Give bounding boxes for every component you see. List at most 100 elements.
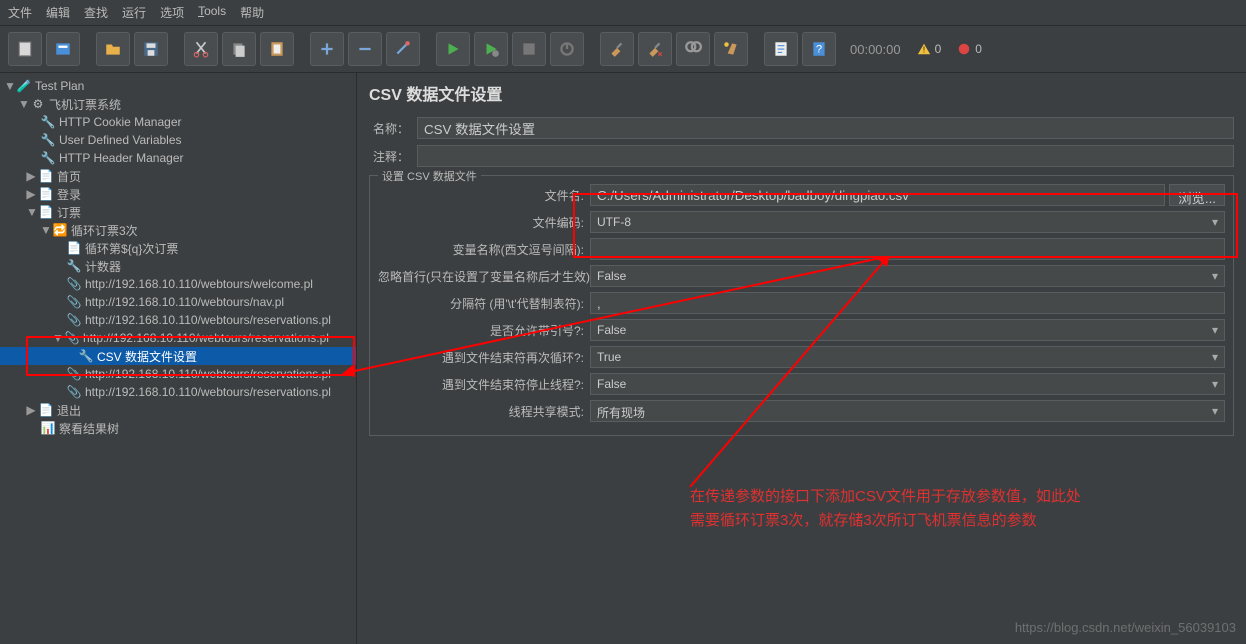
warn-badge: ! 0 [917, 42, 942, 56]
encoding-select[interactable]: UTF-8 [590, 211, 1225, 233]
wrench-icon: 🔧 [66, 258, 82, 274]
function-button[interactable] [764, 32, 798, 66]
menu-file[interactable]: 文件 [8, 4, 32, 21]
save-button[interactable] [134, 32, 168, 66]
name-input[interactable] [417, 117, 1234, 139]
menu-help[interactable]: 帮助 [240, 4, 264, 21]
annotation-text: 在传递参数的接口下添加CSV文件用于存放参数值，如此处 需要循环订票3次，就存储… [690, 485, 1081, 533]
start-notimers-button[interactable] [474, 32, 508, 66]
help-button[interactable]: ? [802, 32, 836, 66]
comment-input[interactable] [417, 145, 1234, 167]
sampler-icon: 📎 [64, 330, 80, 346]
quoted-select[interactable]: False [590, 319, 1225, 341]
controller-icon: 📄 [38, 402, 54, 418]
tree-item[interactable]: 🔧计数器 [0, 257, 356, 275]
test-plan-tree[interactable]: ▼🧪Test Plan ▼⚙飞机订票系统 🔧HTTP Cookie Manage… [0, 73, 357, 644]
svg-text:!: ! [923, 46, 925, 55]
menu-search[interactable]: 查找 [84, 4, 108, 21]
wrench-icon: 🔧 [40, 150, 56, 166]
browse-button[interactable]: 浏览... [1169, 184, 1225, 206]
sampler-icon: 📎 [66, 312, 82, 328]
clear-all-button[interactable] [638, 32, 672, 66]
ignore-label: 忽略首行(只在设置了变量名称后才生效): [378, 268, 590, 285]
stop-label: 遇到文件结束符停止线程?: [378, 376, 590, 393]
recycle-select[interactable]: True [590, 346, 1225, 368]
tree-item[interactable]: ▶📄登录 [0, 185, 356, 203]
search-button[interactable] [676, 32, 710, 66]
tree-item[interactable]: 📎http://192.168.10.110/webtours/reservat… [0, 365, 356, 383]
sampler-icon: 📎 [66, 276, 82, 292]
flask-icon: 🧪 [16, 78, 32, 94]
controller-icon: 📄 [38, 186, 54, 202]
menu-run[interactable]: 运行 [122, 4, 146, 21]
tree-item[interactable]: ▼🔁循环订票3次 [0, 221, 356, 239]
filename-label: 文件名: [378, 187, 590, 204]
fieldset-legend: 设置 CSV 数据文件 [378, 168, 481, 184]
controller-icon: 📄 [38, 204, 54, 220]
menu-options[interactable]: 选项 [160, 4, 184, 21]
filename-input[interactable] [590, 184, 1165, 206]
menu-edit[interactable]: 编辑 [46, 4, 70, 21]
start-button[interactable] [436, 32, 470, 66]
cut-button[interactable] [184, 32, 218, 66]
tree-item[interactable]: 📎http://192.168.10.110/webtours/nav.pl [0, 293, 356, 311]
tree-item[interactable]: 🔧User Defined Variables [0, 131, 356, 149]
config-panel: CSV 数据文件设置 名称： 注释： 设置 CSV 数据文件 文件名: 浏览..… [357, 73, 1246, 644]
quoted-label: 是否允许带引号?: [378, 322, 590, 339]
toolbar: ? 00:00:00 ! 0 0 [0, 26, 1246, 73]
tree-item[interactable]: ▶📄退出 [0, 401, 356, 419]
stop-select[interactable]: False [590, 373, 1225, 395]
collapse-button[interactable] [348, 32, 382, 66]
tree-item-selected[interactable]: 🔧CSV 数据文件设置 [0, 347, 356, 365]
copy-button[interactable] [222, 32, 256, 66]
ignore-select[interactable]: False [590, 265, 1225, 287]
delimiter-label: 分隔符 (用'\t'代替制表符): [378, 295, 590, 312]
tree-item[interactable]: 📊察看结果树 [0, 419, 356, 437]
menu-tools[interactable]: Tools [198, 4, 226, 21]
csv-fieldset: 设置 CSV 数据文件 文件名: 浏览... 文件编码: UTF-8 变量名称(… [369, 175, 1234, 436]
varnames-input[interactable] [590, 238, 1225, 260]
tree-item[interactable]: ▼📄订票 [0, 203, 356, 221]
shutdown-button[interactable] [550, 32, 584, 66]
open-button[interactable] [96, 32, 130, 66]
tree-item[interactable]: 📄循环第${q}次订票 [0, 239, 356, 257]
sampler-icon: 📎 [66, 294, 82, 310]
templates-button[interactable] [46, 32, 80, 66]
sampler-icon: 📎 [66, 384, 82, 400]
listener-icon: 📊 [40, 420, 56, 436]
menubar: 文件 编辑 查找 运行 选项 Tools 帮助 [0, 0, 1246, 26]
tree-item[interactable]: 🔧HTTP Header Manager [0, 149, 356, 167]
comment-label: 注释： [369, 148, 417, 165]
stop-button[interactable] [512, 32, 546, 66]
tree-item[interactable]: ▼⚙飞机订票系统 [0, 95, 356, 113]
tree-item[interactable]: 🔧HTTP Cookie Manager [0, 113, 356, 131]
loop-icon: 🔁 [52, 222, 68, 238]
svg-text:?: ? [816, 43, 822, 55]
expand-button[interactable] [310, 32, 344, 66]
reset-search-button[interactable] [714, 32, 748, 66]
recycle-label: 遇到文件结束符再次循环?: [378, 349, 590, 366]
tree-root[interactable]: ▼🧪Test Plan [0, 77, 356, 95]
panel-title: CSV 数据文件设置 [369, 81, 1234, 105]
new-button[interactable] [8, 32, 42, 66]
delimiter-input[interactable] [590, 292, 1225, 314]
wrench-icon: 🔧 [40, 114, 56, 130]
name-label: 名称： [369, 120, 417, 137]
watermark: https://blog.csdn.net/weixin_56039103 [1015, 620, 1236, 635]
wrench-icon: 🔧 [40, 132, 56, 148]
thread-icon: ⚙ [30, 96, 46, 112]
err-badge: 0 [957, 42, 982, 56]
encoding-label: 文件编码: [378, 214, 590, 231]
paste-button[interactable] [260, 32, 294, 66]
tree-item[interactable]: ▶📄首页 [0, 167, 356, 185]
tree-item[interactable]: 📎http://192.168.10.110/webtours/welcome.… [0, 275, 356, 293]
sharing-select[interactable]: 所有现场 [590, 400, 1225, 422]
sampler-icon: 📎 [66, 366, 82, 382]
tree-item[interactable]: ▼📎http://192.168.10.110/webtours/reserva… [0, 329, 356, 347]
clear-button[interactable] [600, 32, 634, 66]
sharing-label: 线程共享模式: [378, 403, 590, 420]
toggle-button[interactable] [386, 32, 420, 66]
tree-item[interactable]: 📎http://192.168.10.110/webtours/reservat… [0, 383, 356, 401]
tree-item[interactable]: 📎http://192.168.10.110/webtours/reservat… [0, 311, 356, 329]
controller-icon: 📄 [38, 168, 54, 184]
